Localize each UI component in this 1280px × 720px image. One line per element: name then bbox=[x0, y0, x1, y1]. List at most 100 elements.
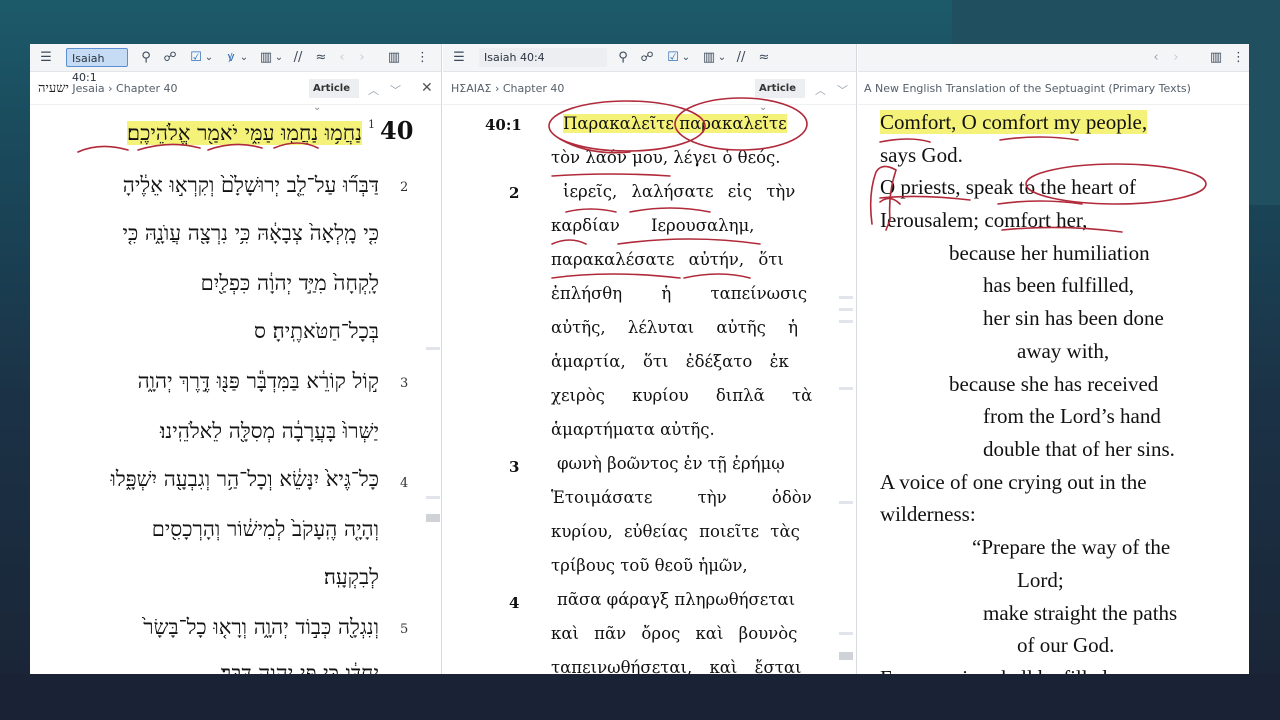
hebrew-line: יַשְּׁרוּ֙ בָּעֲרָבָ֔ה מְסִלָּ֖ה לֵאלֹהֵ… bbox=[160, 419, 379, 443]
breadcrumb: A New English Translation of the Septuag… bbox=[858, 73, 1249, 105]
hebrew-panel: ☰ Isaiah 40:1 ⚲ ☍ ☑ ⌄ ꝟ ⌄ ▥ ⌄ // ≈ ‹ › ▥… bbox=[30, 44, 442, 674]
scroll-marker bbox=[839, 387, 853, 390]
breadcrumb: ישעיה Jesaia › Chapter 40 bbox=[30, 73, 441, 105]
up-icon[interactable]: ︿ bbox=[815, 82, 826, 98]
scroll-markers[interactable] bbox=[426, 104, 440, 674]
english-line: A voice of one crying out in the bbox=[880, 470, 1147, 494]
english-line: double that of her sins. bbox=[983, 437, 1175, 461]
forward-icon[interactable]: › bbox=[1170, 50, 1182, 66]
chevron-down-icon[interactable]: ⌄ bbox=[203, 50, 215, 66]
english-line: Every ravine shall be filled up, bbox=[880, 664, 1139, 674]
scroll-thumb[interactable] bbox=[839, 652, 853, 660]
greek-line: ἱερεῖς, λαλήσατε εἰς τὴν bbox=[563, 182, 796, 201]
english-line: Ierousalem; comfort her, bbox=[880, 208, 1088, 232]
more-icon[interactable]: ⋮ bbox=[1232, 50, 1245, 66]
greek-line: κυρίου, εὐθείας ποιεῖτε τὰς bbox=[551, 522, 800, 541]
search-icon[interactable]: ⚲ bbox=[138, 50, 154, 66]
down-icon[interactable]: ﹀ bbox=[390, 82, 401, 98]
chevron-down-icon[interactable]: ⌄ bbox=[238, 50, 250, 66]
reference-input[interactable]: Isaiah 40:4 bbox=[479, 48, 607, 67]
people-icon[interactable]: ☍ bbox=[639, 50, 655, 66]
verse-number: 1 bbox=[368, 118, 375, 131]
english-line: “Prepare the way of the bbox=[972, 535, 1171, 559]
background-strip bbox=[0, 674, 1280, 720]
forward-icon[interactable]: › bbox=[356, 50, 368, 66]
visual-filter-icon[interactable]: ☑ bbox=[188, 50, 204, 66]
english-toolbar: ‹ › ▥ ⋮ bbox=[858, 44, 1249, 72]
approx-icon[interactable]: ≈ bbox=[314, 50, 328, 66]
more-icon[interactable]: ⋮ bbox=[416, 50, 429, 66]
highlighted-word: Comfort, O comfort my people, bbox=[880, 110, 1148, 134]
greek-line: καὶ πᾶν ὄρος καὶ βουνὸς bbox=[551, 624, 798, 643]
article-dropdown[interactable]: Article ⌄ bbox=[755, 79, 805, 113]
layout-icon[interactable]: ▥ bbox=[386, 50, 402, 66]
english-line: make straight the paths bbox=[983, 601, 1178, 625]
english-line: because her humiliation bbox=[949, 241, 1150, 265]
resource-title[interactable]: A New English Translation of the Septuag… bbox=[864, 82, 1191, 95]
layout-icon[interactable]: ▥ bbox=[1208, 50, 1224, 66]
close-icon[interactable]: ✕ bbox=[421, 80, 433, 96]
breadcrumb-separator: › bbox=[108, 82, 113, 95]
verse-number: 40:1 bbox=[485, 116, 522, 134]
hebrew-line: נַחֲמ֥וּ נַחֲמ֖וּ עַמִּ֑י יֹאמַ֖ר אֱלֹהֵ… bbox=[127, 118, 362, 148]
menu-icon[interactable]: ☰ bbox=[451, 50, 467, 66]
english-line: of our God. bbox=[1017, 633, 1115, 657]
chevron-down-icon[interactable]: ⌄ bbox=[716, 50, 728, 66]
greek-line: Ἑτοιμάσατε τὴν ὁδὸν bbox=[551, 488, 812, 507]
hebrew-line: ק֣וֹל קוֹרֵ֔א בַּמִּדְבָּ֕ר פַּנּ֖וּ דֶּ… bbox=[137, 369, 379, 393]
english-line: Lord; bbox=[1017, 568, 1064, 592]
chapter-label[interactable]: Chapter 40 bbox=[503, 82, 564, 95]
people-icon[interactable]: ☍ bbox=[162, 50, 178, 66]
english-line: says God. bbox=[880, 143, 963, 167]
book-name[interactable]: Jesaia bbox=[72, 82, 104, 95]
english-line: wilderness: bbox=[880, 502, 976, 526]
menu-icon[interactable]: ☰ bbox=[38, 50, 54, 66]
verse-number: 2 bbox=[509, 184, 520, 202]
hebrew-line: וְהָיָ֤ה הֶֽעָקֹב֙ לְמִישׁ֔וֹר וְהָרְכָס… bbox=[151, 517, 379, 541]
book-title: ישעיה bbox=[38, 81, 69, 96]
chevron-down-icon[interactable]: ⌄ bbox=[680, 50, 692, 66]
article-dropdown[interactable]: Article ⌄ bbox=[309, 79, 359, 113]
english-line: has been fulfilled, bbox=[983, 273, 1135, 297]
visual-filter-icon[interactable]: ☑ bbox=[665, 50, 681, 66]
english-line: away with, bbox=[1017, 339, 1110, 363]
chapter-number: 40 bbox=[380, 116, 414, 145]
greek-line: ἐπλήσθη ἡ ταπείνωσις bbox=[551, 284, 808, 303]
verse-number: 3 bbox=[400, 376, 409, 391]
back-icon[interactable]: ‹ bbox=[1150, 50, 1162, 66]
parallel-icon[interactable]: // bbox=[733, 50, 749, 66]
greek-line: τρίβους τοῦ θεοῦ ἡμῶν, bbox=[551, 556, 748, 575]
greek-line: παρακαλέσατε αὐτήν, ὅτι bbox=[551, 250, 784, 269]
verse-number: 4 bbox=[509, 594, 520, 612]
highlighted-word: נַחֲמ֥וּ נַחֲמ֖וּ עַמִּ֑י יֹאמַ֖ר אֱלֹהֵ… bbox=[127, 121, 362, 145]
english-line: because she has received bbox=[949, 372, 1159, 396]
bible-software-window: ☰ Isaiah 40:1 ⚲ ☍ ☑ ⌄ ꝟ ⌄ ▥ ⌄ // ≈ ‹ › ▥… bbox=[30, 44, 1249, 674]
parallel-icon[interactable]: // bbox=[290, 50, 306, 66]
scroll-markers[interactable] bbox=[839, 104, 853, 674]
hebrew-line: כָּל־גֶּיא֙ יִנָּשֵׂ֔א וְכָל־הַ֥ר וְגִבְ… bbox=[110, 467, 379, 491]
greek-line: Παρακαλεῖτε παρακαλεῖτε bbox=[563, 112, 787, 136]
approx-icon[interactable]: ≈ bbox=[757, 50, 771, 66]
chevron-down-icon[interactable]: ⌄ bbox=[273, 50, 285, 66]
search-icon[interactable]: ⚲ bbox=[615, 50, 631, 66]
hebrew-toolbar: ☰ Isaiah 40:1 ⚲ ☍ ☑ ⌄ ꝟ ⌄ ▥ ⌄ // ≈ ‹ › ▥… bbox=[30, 44, 441, 84]
scroll-marker bbox=[839, 320, 853, 323]
scroll-thumb[interactable] bbox=[426, 514, 440, 522]
columns-icon[interactable]: ▥ bbox=[258, 50, 274, 66]
hebrew-line: וְנִגְלָ֖ה כְּב֣וֹד יְהוָ֑ה וְרָא֤וּ כָל… bbox=[143, 615, 379, 639]
chapter-label[interactable]: Chapter 40 bbox=[116, 82, 177, 95]
down-icon[interactable]: ﹀ bbox=[837, 82, 848, 98]
verse-number: 4 bbox=[400, 476, 409, 491]
scroll-marker bbox=[426, 496, 440, 499]
verse-number: 3 bbox=[509, 458, 520, 476]
columns-icon[interactable]: ▥ bbox=[701, 50, 717, 66]
reference-input[interactable]: Isaiah 40:1 bbox=[66, 48, 128, 84]
scroll-marker bbox=[839, 632, 853, 635]
back-icon[interactable]: ‹ bbox=[336, 50, 348, 66]
greek-line: ταπεινωθήσεται, καὶ ἔσται bbox=[551, 658, 802, 674]
scroll-marker bbox=[426, 347, 440, 350]
up-icon[interactable]: ︿ bbox=[368, 82, 379, 98]
english-line: O priests, speak to the heart of bbox=[880, 175, 1137, 199]
hebrew-line: יַחְדָּ֔ו כִּ֛י פִּ֥י יְהוָ֖ה דִּבֵּֽר׃ bbox=[221, 661, 379, 674]
interlinear-icon[interactable]: ꝟ bbox=[223, 50, 239, 66]
